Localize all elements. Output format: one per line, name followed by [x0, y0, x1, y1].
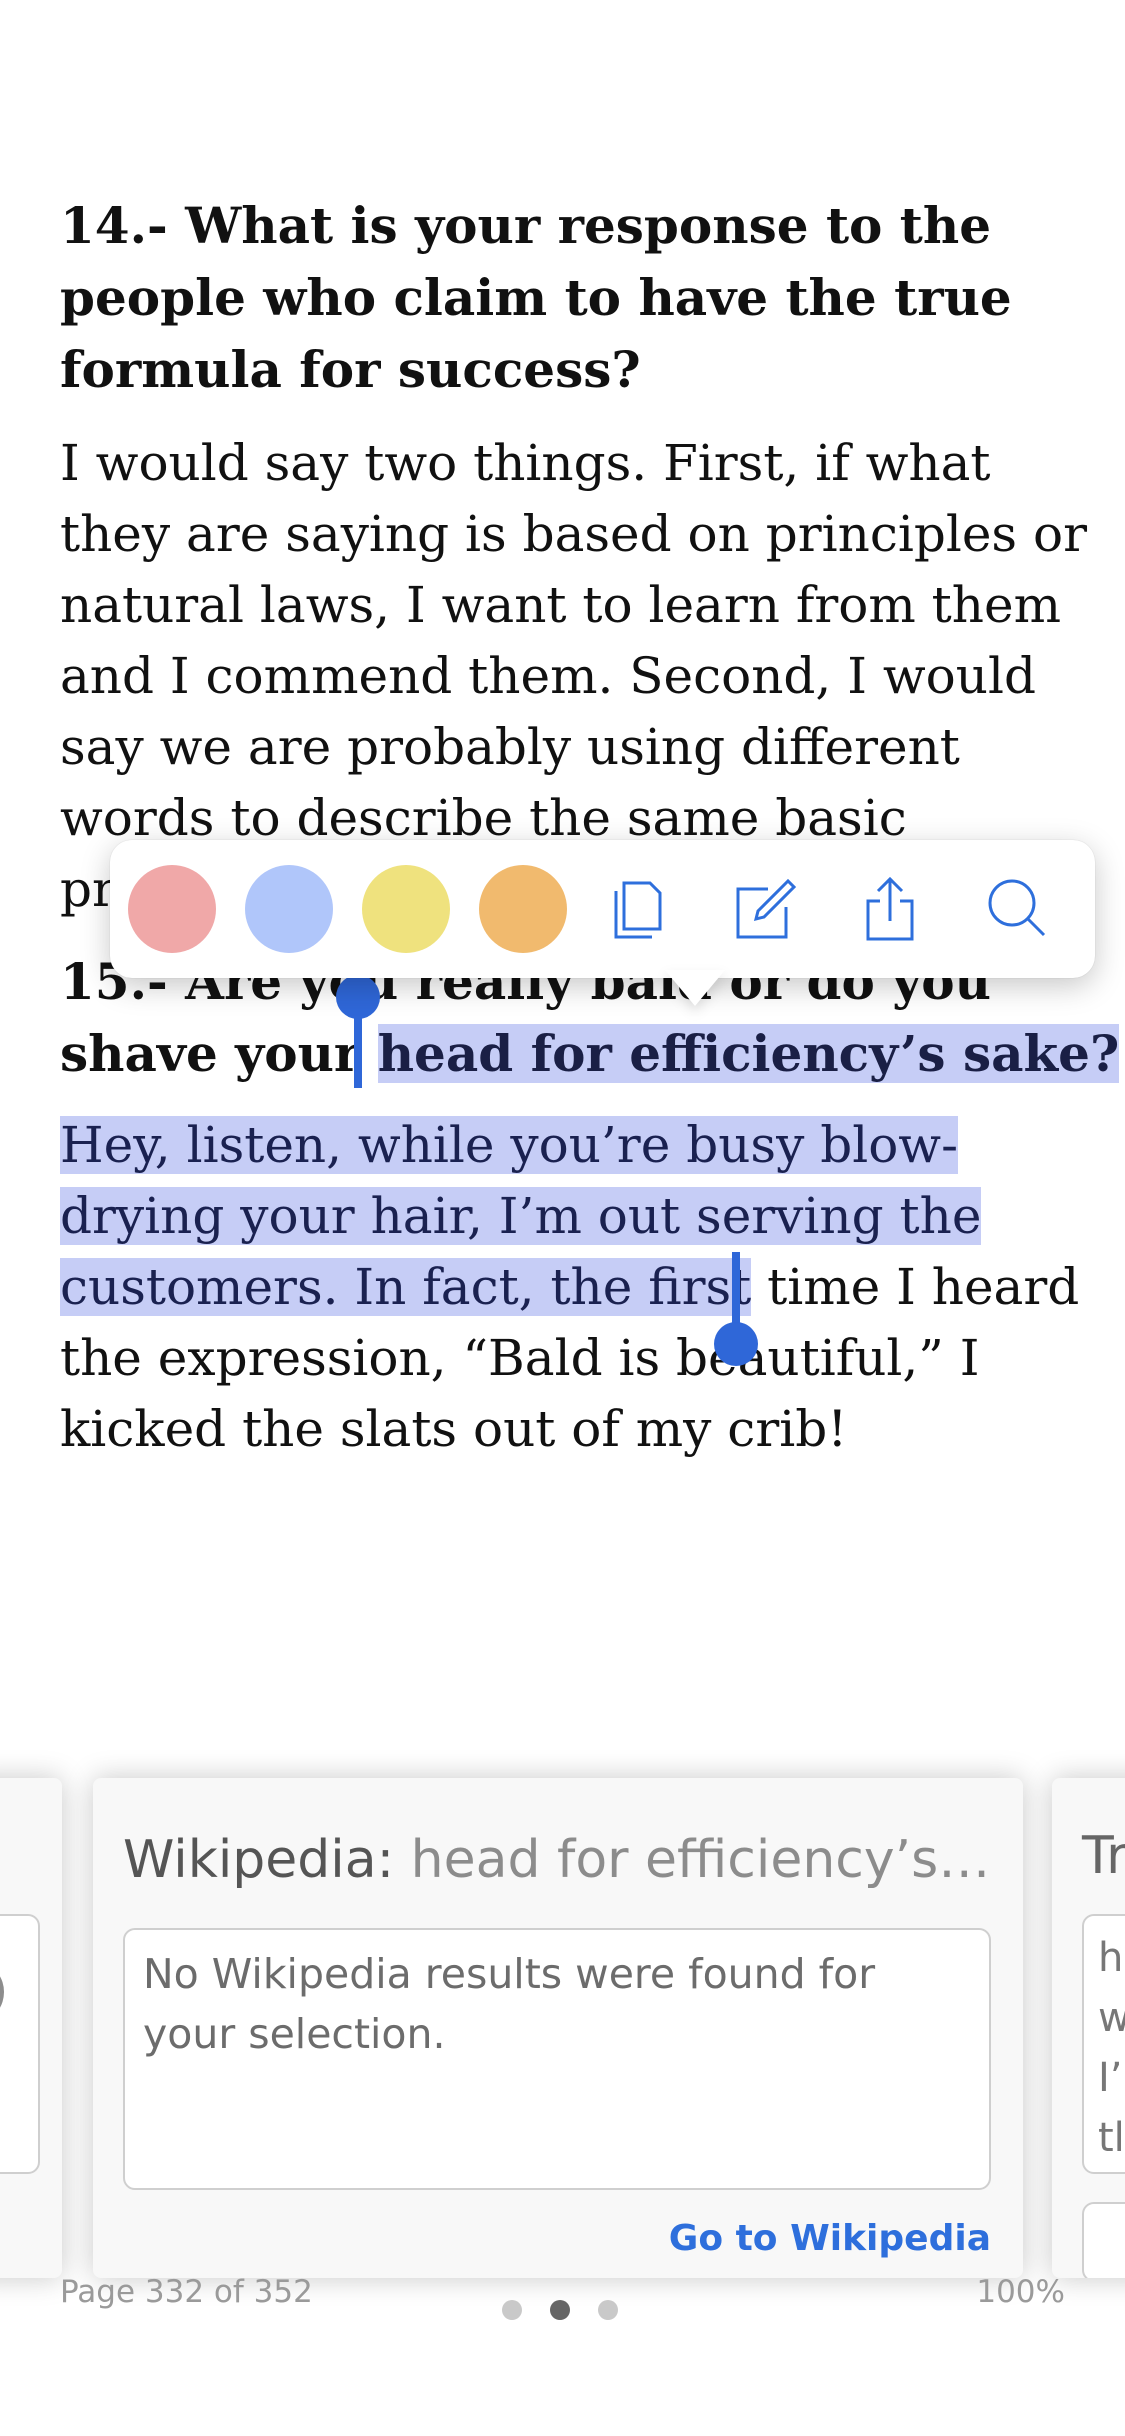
highlight-toolbar [110, 840, 1095, 978]
next-card-title: Tr [1082, 1826, 1125, 1886]
lookup-source: Wikipedia: [123, 1830, 395, 1890]
next-card-text: h w I’ tl [1098, 1928, 1125, 2168]
heading-line: 14.- What is your response to the [60, 196, 992, 255]
copy-button[interactable] [575, 854, 701, 964]
note-icon [736, 878, 797, 939]
lookup-card-previous[interactable] [0, 1778, 62, 2278]
lookup-result-message: No Wikipedia results were found for your… [143, 1950, 876, 2058]
heading-line: formula for success? [60, 340, 641, 399]
next-card-button[interactable] [1082, 2202, 1125, 2278]
selected-text[interactable]: drying your hair, I’m out serving the [60, 1187, 982, 1245]
toolbar-pointer [665, 970, 725, 1006]
highlight-blue-swatch[interactable] [245, 865, 333, 953]
answer-line: they are saying is based on principles o… [60, 505, 1087, 563]
lookup-panel: Wikipedia: head for efficiency’s… No Wik… [0, 1760, 1125, 2360]
selected-text[interactable]: Hey, listen, while you’re busy blow- [60, 1116, 958, 1174]
next-card-line: w [1098, 1995, 1125, 2041]
lookup-result-box: No Wikipedia results were found for your… [123, 1928, 991, 2190]
answer-line: I would say two things. First, if what [60, 434, 991, 492]
highlight-yellow-swatch[interactable] [362, 865, 450, 953]
share-icon [866, 876, 914, 941]
answer-line: drying your hair, I’m out serving the [60, 1181, 1070, 1252]
go-to-wikipedia-link[interactable]: Go to Wikipedia [669, 2218, 991, 2259]
answer-line: customers. In fact, the first time I hea… [60, 1252, 1079, 1323]
answer-line: Hey, listen, while you’re busy blow- [60, 1110, 1070, 1181]
answer-line: kicked the slats out of my crib! [60, 1400, 848, 1458]
copy-icon [614, 881, 662, 939]
lookup-card-next[interactable]: Tr h w I’ tl [1052, 1778, 1125, 2278]
answer-line: say we are probably using different [60, 718, 960, 776]
next-card-line: I’ [1098, 2055, 1123, 2101]
highlight-red-swatch[interactable] [128, 865, 216, 953]
lookup-term: head for efficiency’s… [410, 1830, 991, 1890]
selected-text[interactable]: customers. In fact, the first [60, 1258, 752, 1316]
next-card-line: h [1098, 1935, 1124, 1981]
reader-page: 14.- What is your response to the people… [0, 0, 1125, 2436]
previous-card-content-box [0, 1914, 40, 2174]
selected-text[interactable]: head for efficiency’s sake? [377, 1024, 1120, 1083]
page-dot[interactable] [598, 2300, 618, 2320]
search-button[interactable] [953, 854, 1079, 964]
highlight-orange-swatch[interactable] [479, 865, 567, 953]
question-14-heading: 14.- What is your response to the people… [60, 190, 1070, 406]
lookup-card-title: Wikipedia: head for efficiency’s… [123, 1830, 993, 1890]
page-dot[interactable] [502, 2300, 522, 2320]
unselected-text: time I heard [751, 1258, 1080, 1316]
selection-end-knob[interactable] [714, 1322, 758, 1366]
answer-line: and I commend them. Second, I would [60, 647, 1036, 705]
selection-start-handle[interactable] [354, 990, 362, 1088]
lookup-card-wikipedia: Wikipedia: head for efficiency’s… No Wik… [93, 1778, 1023, 2278]
answer-line: the expression, “Bald is beautiful,” I [60, 1329, 980, 1387]
reading-progress-percent: 100% [976, 2274, 1065, 2310]
search-icon [988, 879, 1046, 937]
page-dot-active[interactable] [550, 2300, 570, 2320]
heading-unselected-text: shave your [60, 1024, 378, 1083]
question-15-answer: Hey, listen, while you’re busy blow- dry… [60, 1110, 1079, 1465]
page-indicator: Page 332 of 352 [60, 2274, 313, 2310]
card-page-dots [502, 2300, 618, 2320]
add-note-button[interactable] [701, 854, 827, 964]
share-button[interactable] [827, 854, 953, 964]
next-card-line: tl [1098, 2115, 1125, 2161]
heading-line: people who claim to have the true [60, 268, 1012, 327]
answer-line: natural laws, I want to learn from them [60, 576, 1061, 634]
heading-line: shave your head for efficiency’s sake? [60, 1018, 1120, 1090]
